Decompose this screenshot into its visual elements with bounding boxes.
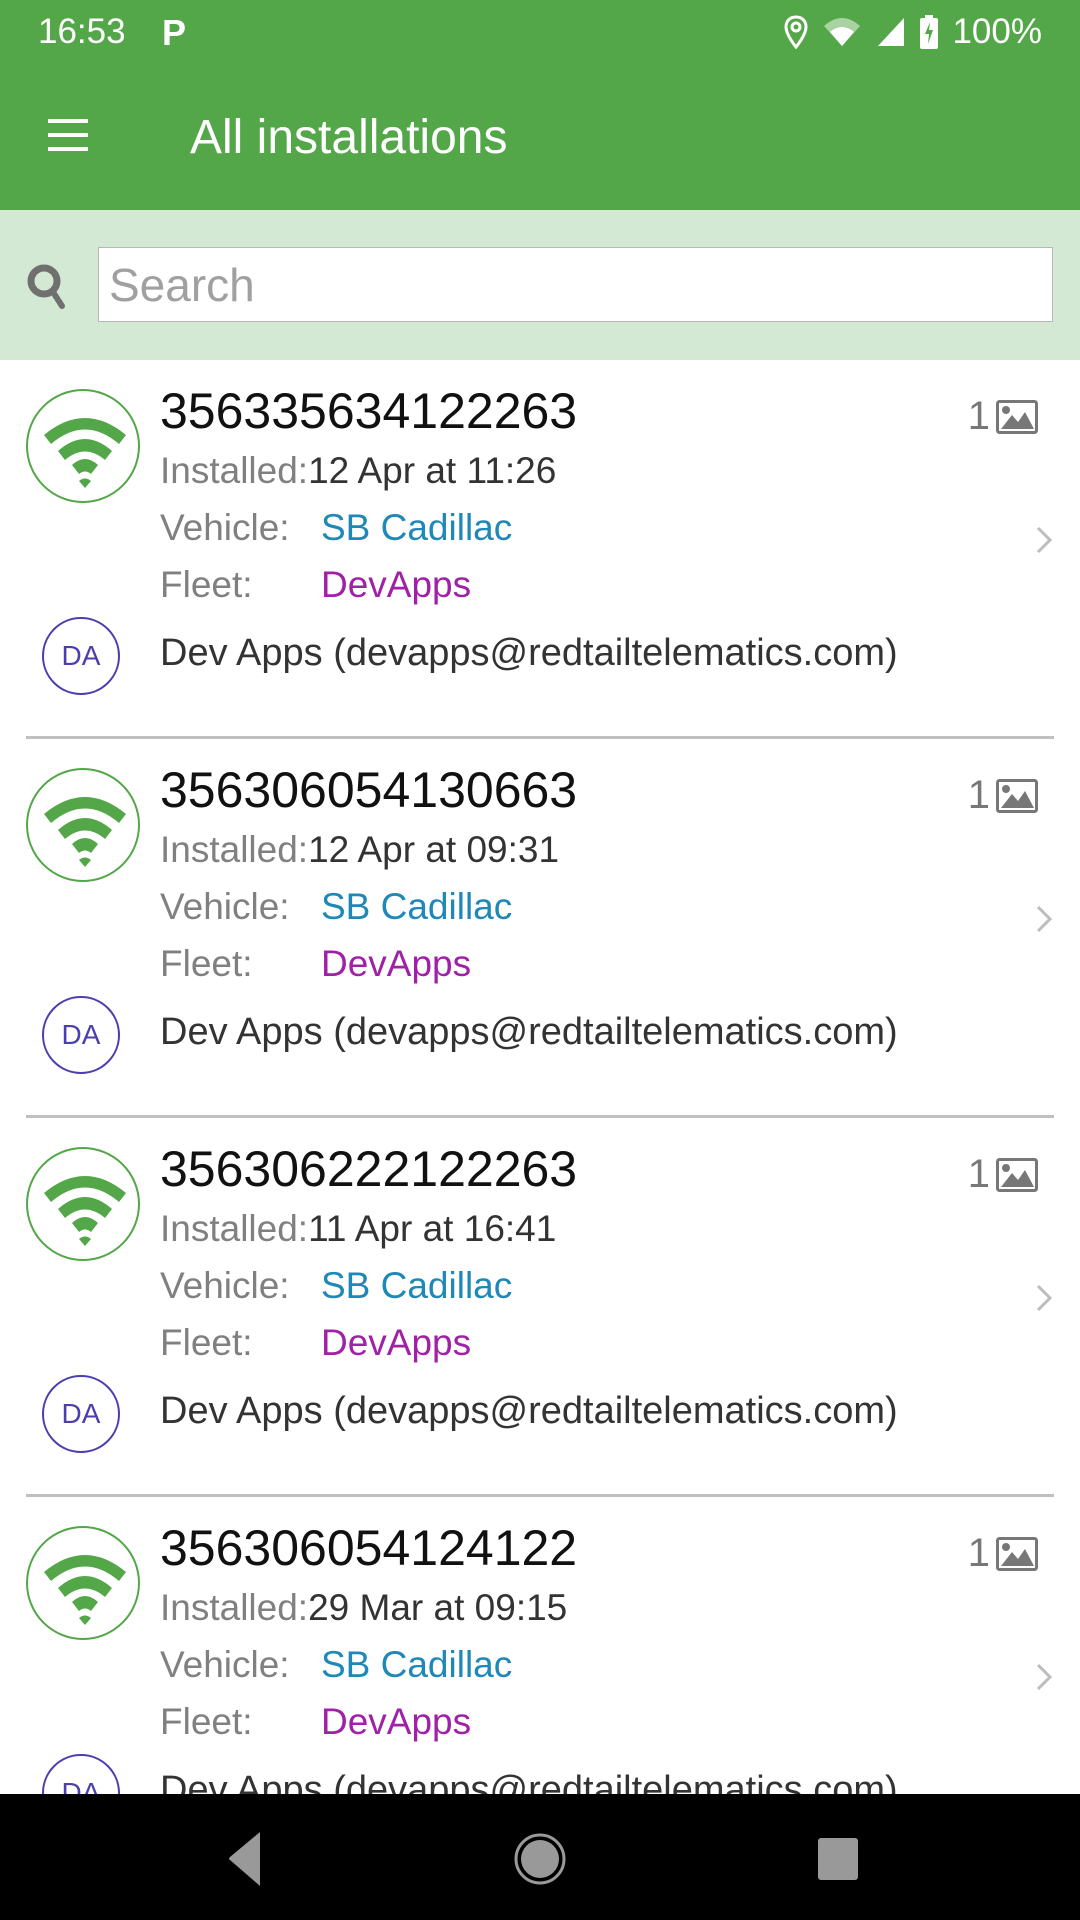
image-icon — [996, 1157, 1038, 1192]
fleet-row: Fleet: DevApps — [160, 943, 660, 985]
installations-list[interactable]: 356335634122263 Installed:12 Apr at 11:2… — [0, 360, 1080, 1794]
image-icon — [996, 1536, 1038, 1571]
fleet-label: Fleet: — [160, 1322, 253, 1363]
installation-list-item[interactable]: 356306054124122 Installed:29 Mar at 09:1… — [0, 1497, 1080, 1794]
fleet-link[interactable]: DevApps — [321, 1701, 471, 1743]
installed-label: Installed: — [160, 829, 309, 870]
vehicle-row: Vehicle: SB Cadillac — [160, 1265, 660, 1307]
vehicle-label: Vehicle: — [160, 1644, 290, 1685]
wifi-connected-icon — [26, 768, 140, 882]
imei: 356306222122263 — [160, 1141, 578, 1197]
app-bar: All installations — [0, 64, 1080, 210]
imei: 356335634122263 — [160, 383, 578, 439]
status-icons: 100% — [784, 12, 1042, 52]
image-icon — [996, 778, 1038, 813]
home-icon[interactable] — [505, 1824, 575, 1894]
avatar: DA — [42, 1754, 120, 1794]
vehicle-link[interactable]: SB Cadillac — [321, 1644, 512, 1686]
installation-list-item[interactable]: 356335634122263 Installed:12 Apr at 11:2… — [0, 360, 1080, 739]
chevron-right-icon — [1036, 1663, 1053, 1691]
installed-label: Installed: — [160, 450, 309, 491]
photo-count[interactable]: 1 — [968, 1152, 1038, 1197]
vehicle-row: Vehicle: SB Cadillac — [160, 507, 660, 549]
avatar: DA — [42, 1375, 120, 1453]
fleet-link[interactable]: DevApps — [321, 1322, 471, 1364]
photo-count-value: 1 — [967, 773, 990, 817]
imei: 356306054124122 — [160, 1520, 578, 1576]
wifi-connected-icon — [26, 389, 140, 503]
page-title: All installations — [190, 111, 508, 164]
vehicle-link[interactable]: SB Cadillac — [321, 507, 512, 549]
imei: 356306054130663 — [160, 762, 578, 818]
installed-row: Installed:11 Apr at 16:41 — [160, 1208, 556, 1250]
search-input[interactable] — [98, 247, 1053, 322]
avatar: DA — [42, 996, 120, 1074]
photo-count-value: 1 — [967, 1531, 990, 1575]
image-icon — [996, 399, 1038, 434]
installed-date: 12 Apr at 09:31 — [308, 829, 560, 870]
parking-p-icon: P — [162, 12, 187, 53]
installed-label: Installed: — [160, 1587, 309, 1628]
installed-row: Installed:29 Mar at 09:15 — [160, 1587, 567, 1629]
fleet-label: Fleet: — [160, 1701, 253, 1742]
installed-date: 29 Mar at 09:15 — [308, 1587, 568, 1628]
fleet-label: Fleet: — [160, 564, 253, 605]
photo-count[interactable]: 1 — [968, 394, 1038, 439]
fleet-link[interactable]: DevApps — [321, 564, 471, 606]
wifi-icon — [824, 18, 861, 46]
chevron-right-icon — [1036, 905, 1053, 933]
installation-list-item[interactable]: 356306222122263 Installed:11 Apr at 16:4… — [0, 1118, 1080, 1497]
chevron-right-icon — [1036, 526, 1053, 554]
vehicle-row: Vehicle: SB Cadillac — [160, 1644, 660, 1686]
chevron-right-icon — [1036, 1284, 1053, 1312]
owner: Dev Apps (devapps@redtailtelematics.com) — [160, 1011, 898, 1053]
vehicle-label: Vehicle: — [160, 1265, 290, 1306]
avatar: DA — [42, 617, 120, 695]
battery-percent: 100% — [952, 12, 1042, 51]
fleet-link[interactable]: DevApps — [321, 943, 471, 985]
wifi-connected-icon — [26, 1147, 140, 1261]
photo-count-value: 1 — [967, 1152, 990, 1196]
installed-label: Installed: — [160, 1208, 309, 1249]
photo-count-value: 1 — [967, 394, 990, 438]
search-bar — [0, 210, 1080, 360]
status-time: 16:53 — [38, 12, 126, 51]
vehicle-link[interactable]: SB Cadillac — [321, 886, 512, 928]
photo-count[interactable]: 1 — [968, 1531, 1038, 1576]
fleet-row: Fleet: DevApps — [160, 1701, 660, 1743]
installed-row: Installed:12 Apr at 11:26 — [160, 450, 556, 492]
status-bar: 16:53 P 100% — [0, 0, 1080, 64]
fleet-row: Fleet: DevApps — [160, 1322, 660, 1364]
vehicle-label: Vehicle: — [160, 886, 290, 927]
recents-icon[interactable] — [803, 1824, 873, 1894]
back-icon[interactable] — [210, 1824, 280, 1894]
cell-signal-icon — [878, 18, 905, 46]
fleet-row: Fleet: DevApps — [160, 564, 660, 606]
hamburger-menu-icon[interactable] — [38, 112, 98, 162]
installation-list-item[interactable]: 356306054130663 Installed:12 Apr at 09:3… — [0, 739, 1080, 1118]
installed-row: Installed:12 Apr at 09:31 — [160, 829, 559, 871]
fleet-label: Fleet: — [160, 943, 253, 984]
owner: Dev Apps (devapps@redtailtelematics.com) — [160, 1769, 898, 1794]
vehicle-row: Vehicle: SB Cadillac — [160, 886, 660, 928]
search-icon — [27, 264, 65, 309]
photo-count[interactable]: 1 — [968, 773, 1038, 818]
owner: Dev Apps (devapps@redtailtelematics.com) — [160, 632, 898, 674]
system-nav-bar — [0, 1794, 1080, 1920]
location-icon — [784, 15, 808, 49]
battery-charging-icon — [920, 15, 939, 49]
owner: Dev Apps (devapps@redtailtelematics.com) — [160, 1390, 898, 1432]
vehicle-link[interactable]: SB Cadillac — [321, 1265, 512, 1307]
installed-date: 11 Apr at 16:41 — [308, 1208, 557, 1249]
vehicle-label: Vehicle: — [160, 507, 290, 548]
wifi-connected-icon — [26, 1526, 140, 1640]
installed-date: 12 Apr at 11:26 — [308, 450, 557, 491]
